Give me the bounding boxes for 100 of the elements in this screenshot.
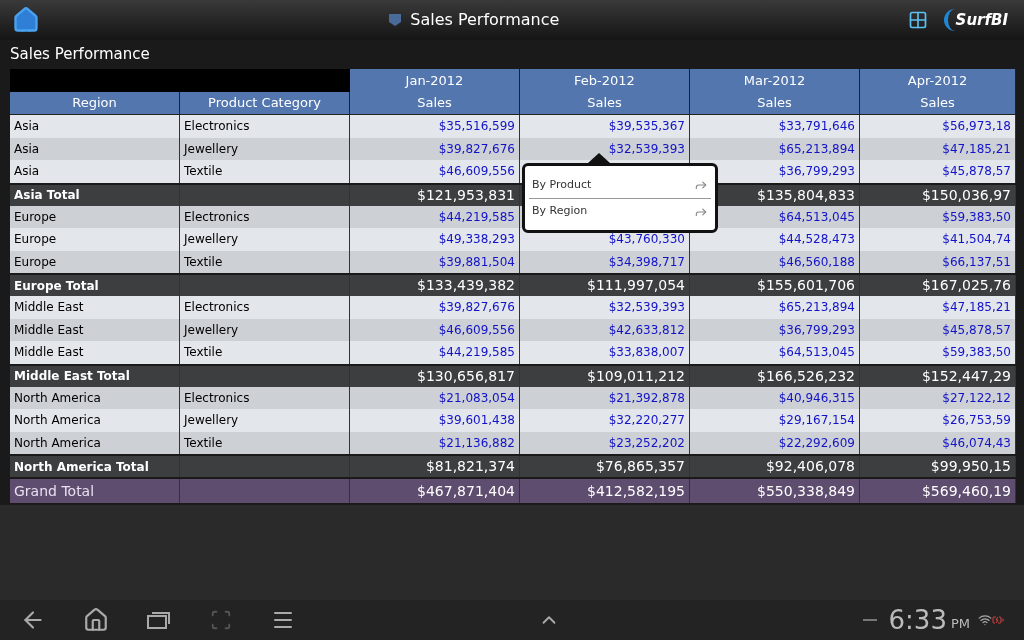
- sales-cell[interactable]: $44,528,473: [690, 228, 860, 251]
- sales-cell[interactable]: $29,167,154: [690, 409, 860, 432]
- region-cell: Asia: [10, 160, 180, 183]
- sales-cell[interactable]: $22,292,609: [690, 431, 860, 454]
- region-cell: Middle East: [10, 296, 180, 319]
- region-cell: Middle East: [10, 318, 180, 341]
- sales-cell[interactable]: $32,220,277: [520, 409, 690, 432]
- sales-cell[interactable]: $27,122,12: [860, 386, 1016, 409]
- sales-cell: $133,439,382: [350, 275, 520, 296]
- column-header: Product Category: [180, 92, 350, 114]
- column-header: Sales: [860, 92, 1016, 114]
- sales-cell[interactable]: $41,504,74: [860, 228, 1016, 251]
- month-header: Feb-2012: [520, 69, 690, 92]
- logo: SurfBI: [943, 8, 1012, 32]
- window-title: Sales Performance: [410, 9, 560, 31]
- sales-cell[interactable]: $59,383,50: [860, 205, 1016, 228]
- sales-cell: $166,526,232: [690, 365, 860, 387]
- sales-cell: $76,865,357: [520, 456, 690, 477]
- sales-cell[interactable]: $40,946,315: [690, 386, 860, 409]
- sales-cell[interactable]: $65,213,894: [690, 296, 860, 319]
- sales-cell: $121,953,831: [350, 184, 520, 206]
- sales-cell[interactable]: $21,392,878: [520, 386, 690, 409]
- clock-meridiem: PM: [950, 615, 970, 634]
- sales-cell[interactable]: $65,213,894: [690, 137, 860, 160]
- region-cell: North America: [10, 431, 180, 454]
- sales-cell[interactable]: $26,753,59: [860, 409, 1016, 432]
- sales-cell[interactable]: $34,398,717: [520, 250, 690, 273]
- sales-cell[interactable]: $46,560,188: [690, 250, 860, 273]
- sales-cell[interactable]: $46,609,556: [350, 160, 520, 183]
- column-header: Sales: [520, 92, 690, 114]
- sales-cell: $99,950,15: [860, 456, 1016, 477]
- sales-cell[interactable]: $49,338,293: [350, 228, 520, 251]
- sales-cell: $167,025,76: [860, 275, 1016, 296]
- sales-cell[interactable]: $21,083,054: [350, 386, 520, 409]
- column-header: Region: [10, 92, 180, 114]
- sales-cell[interactable]: $33,791,646: [690, 115, 860, 138]
- sales-cell: $155,601,706: [690, 275, 860, 296]
- total-label: Asia Total: [10, 184, 180, 206]
- region-cell: Europe: [10, 205, 180, 228]
- sales-cell[interactable]: $42,633,812: [520, 318, 690, 341]
- sales-cell[interactable]: $64,513,045: [690, 341, 860, 364]
- sales-cell: $550,338,849: [690, 479, 860, 503]
- sales-cell[interactable]: $46,074,43: [860, 431, 1016, 454]
- sales-cell[interactable]: $47,185,21: [860, 296, 1016, 319]
- sales-cell[interactable]: $66,137,51: [860, 250, 1016, 273]
- sales-cell[interactable]: $33,838,007: [520, 341, 690, 364]
- sales-cell[interactable]: $36,799,293: [690, 318, 860, 341]
- sales-cell[interactable]: $44,219,585: [350, 205, 520, 228]
- category-cell: Electronics: [180, 115, 350, 138]
- sales-cell: $111,997,054: [520, 275, 690, 296]
- sales-cell: $569,460,19: [860, 479, 1016, 503]
- total-label: North America Total: [10, 456, 180, 477]
- region-cell: Europe: [10, 228, 180, 251]
- sales-cell[interactable]: $47,185,21: [860, 137, 1016, 160]
- sales-cell: $467,871,404: [350, 479, 520, 503]
- region-cell: Asia: [10, 115, 180, 138]
- category-cell: Jewellery: [180, 409, 350, 432]
- category-cell: Textile: [180, 160, 350, 183]
- sales-cell: $150,036,97: [860, 184, 1016, 206]
- sales-cell[interactable]: $39,601,438: [350, 409, 520, 432]
- region-cell: Middle East: [10, 341, 180, 364]
- region-cell: Asia: [10, 137, 180, 160]
- region-cell: Europe: [10, 250, 180, 273]
- category-cell: Electronics: [180, 296, 350, 319]
- sales-cell: $152,447,29: [860, 365, 1016, 387]
- sales-cell[interactable]: $39,535,367: [520, 115, 690, 138]
- month-header: Jan-2012: [350, 69, 520, 92]
- category-cell: Jewellery: [180, 137, 350, 160]
- sales-cell[interactable]: $46,609,556: [350, 318, 520, 341]
- category-cell: Jewellery: [180, 318, 350, 341]
- region-cell: North America: [10, 409, 180, 432]
- sales-cell[interactable]: $32,539,393: [520, 296, 690, 319]
- sales-cell[interactable]: $21,136,882: [350, 431, 520, 454]
- sales-cell[interactable]: $44,219,585: [350, 341, 520, 364]
- sales-cell[interactable]: $59,383,50: [860, 341, 1016, 364]
- popup-menu-item[interactable]: By Region: [529, 198, 711, 224]
- sales-cell: $130,656,817: [350, 365, 520, 387]
- sales-cell: $92,406,078: [690, 456, 860, 477]
- total-label: Europe Total: [10, 275, 180, 296]
- sales-cell: $81,821,374: [350, 456, 520, 477]
- region-cell: North America: [10, 386, 180, 409]
- sales-cell: $412,582,195: [520, 479, 690, 503]
- category-cell: Electronics: [180, 386, 350, 409]
- category-cell: Textile: [180, 431, 350, 454]
- sales-cell[interactable]: $39,881,504: [350, 250, 520, 273]
- sales-cell[interactable]: $56,973,18: [860, 115, 1016, 138]
- sales-cell[interactable]: $35,516,599: [350, 115, 520, 138]
- sales-cell[interactable]: $45,878,57: [860, 318, 1016, 341]
- category-cell: Textile: [180, 341, 350, 364]
- column-header: Sales: [350, 92, 520, 114]
- month-header: Mar-2012: [690, 69, 860, 92]
- category-cell: Jewellery: [180, 228, 350, 251]
- clock-time: 6:33: [888, 607, 947, 633]
- sales-cell[interactable]: $39,827,676: [350, 296, 520, 319]
- column-header: Sales: [690, 92, 860, 114]
- sales-cell[interactable]: $45,878,57: [860, 160, 1016, 183]
- total-label: Middle East Total: [10, 365, 180, 387]
- sales-cell[interactable]: $23,252,202: [520, 431, 690, 454]
- sales-cell: $109,011,212: [520, 365, 690, 387]
- sales-cell[interactable]: $39,827,676: [350, 137, 520, 160]
